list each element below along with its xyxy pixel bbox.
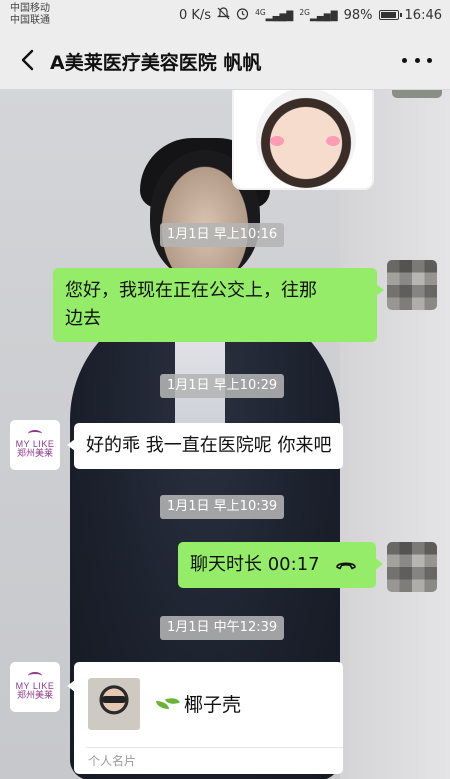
bell-off-icon — [217, 7, 231, 23]
contact-card-avatar — [88, 678, 140, 730]
chat-messages[interactable]: 1月1日 早上10:16 您好，我现在正在公交上，往那 边去 1月1日 早上10… — [0, 82, 450, 779]
message-timestamp: 1月1日 早上10:39 — [160, 495, 285, 519]
call-record-bubble[interactable]: 聊天时长 00:17 — [178, 542, 383, 588]
clinic-logo-en: MY LIKE — [15, 681, 55, 691]
message-text-line: 边去 — [65, 308, 101, 329]
partial-avatar — [392, 90, 442, 98]
contact-card-name: 椰子壳 — [184, 694, 242, 716]
contact-card[interactable]: 椰子壳 个人名片 — [67, 662, 343, 774]
battery-percent: 98% — [343, 7, 373, 23]
clinic-logo-icon — [28, 430, 42, 438]
clinic-logo-cn: 郑州美莱 — [16, 691, 53, 701]
call-duration-text: 聊天时长 00:17 — [190, 554, 320, 575]
clock: 16:46 — [404, 7, 442, 23]
my-message-bubble[interactable]: 您好，我现在正在公交上，往那 边去 — [53, 268, 384, 342]
clinic-logo-en: MY LIKE — [15, 439, 55, 449]
message-timestamp: 1月1日 早上10:29 — [160, 374, 285, 398]
phone-hangup-icon — [336, 562, 357, 570]
sticker-image[interactable] — [232, 82, 374, 190]
their-message-bubble[interactable]: 好的乖 我一直在医院呢 你来吧 — [66, 423, 344, 469]
clinic-logo-cn: 郑州美莱 — [16, 449, 53, 459]
chat-title: A美莱医疗美容医院 帆帆 — [50, 52, 262, 74]
battery-icon — [378, 10, 402, 20]
back-button[interactable] — [14, 46, 40, 74]
alarm-icon — [236, 7, 249, 23]
my-avatar[interactable] — [387, 542, 437, 592]
signal-2g-icon: 2G▂▄▆█ — [299, 8, 338, 22]
message-text-line: 您好，我现在正在公交上，往那 — [65, 280, 317, 301]
leaf-icon — [156, 694, 182, 712]
my-avatar[interactable] — [387, 260, 437, 310]
message-timestamp: 1月1日 早上10:16 — [160, 223, 285, 247]
more-dots-icon — [402, 57, 407, 63]
chevron-left-icon — [21, 49, 34, 71]
message-timestamp: 1月1日 中午12:39 — [160, 616, 285, 640]
carrier-info: 中国移动 中国联通 — [10, 3, 50, 27]
more-button[interactable] — [402, 48, 432, 72]
clinic-avatar[interactable]: MY LIKE 郑州美莱 — [10, 662, 60, 712]
status-bar: 中国移动 中国联通 0 K/s 4G▂▄▆█ 2G▂▄▆█ 98% 16:46 — [0, 0, 450, 32]
clinic-logo-icon — [28, 672, 42, 680]
net-speed: 0 K/s — [178, 7, 212, 23]
message-text: 好的乖 我一直在医院呢 你来吧 — [86, 435, 332, 456]
contact-card-divider — [86, 747, 343, 748]
carrier-2: 中国联通 — [10, 15, 50, 26]
chat-header: A美莱医疗美容医院 帆帆 — [0, 32, 450, 90]
signal-4g-icon: 4G▂▄▆█ — [255, 8, 294, 22]
carrier-1: 中国移动 — [10, 3, 50, 14]
contact-card-label: 个人名片 — [88, 754, 137, 768]
clinic-avatar[interactable]: MY LIKE 郑州美莱 — [10, 420, 60, 470]
